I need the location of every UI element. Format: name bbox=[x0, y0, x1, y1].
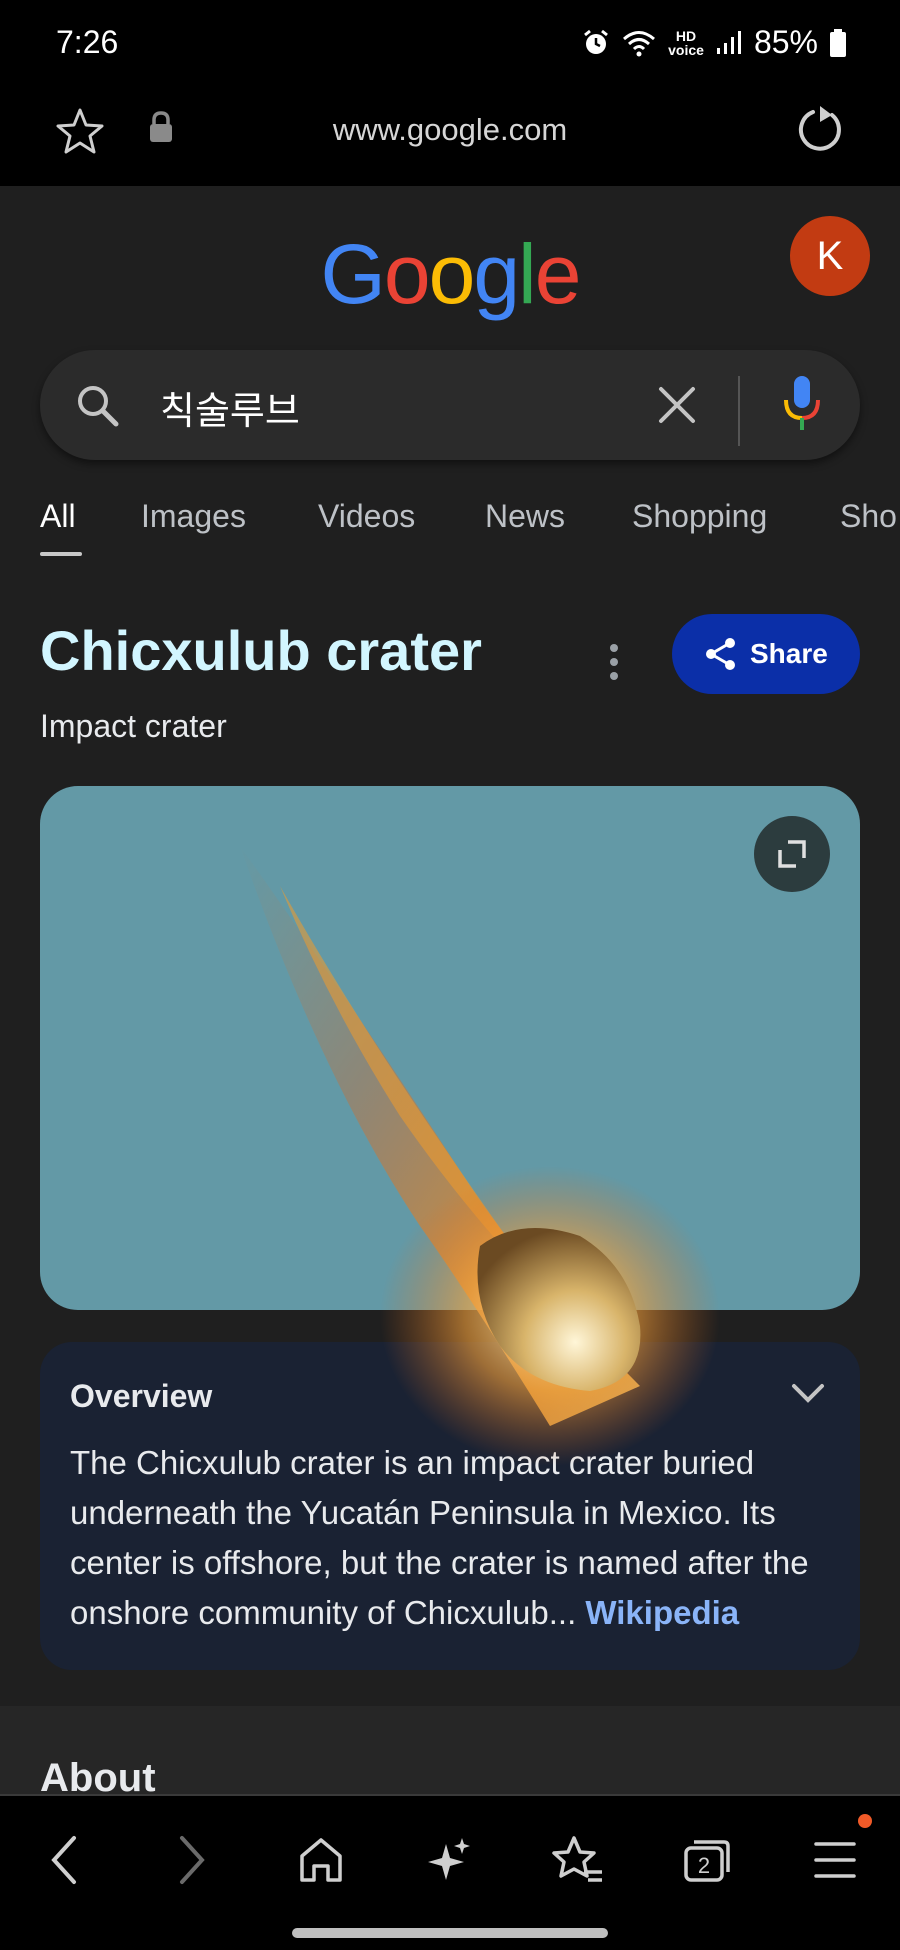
tab-shorts[interactable]: Sho bbox=[840, 498, 897, 535]
signal-icon bbox=[716, 30, 741, 54]
about-heading: About bbox=[40, 1756, 156, 1794]
tab-videos[interactable]: Videos bbox=[318, 498, 415, 535]
more-options-icon[interactable] bbox=[606, 642, 622, 682]
logo-letter: o bbox=[383, 227, 431, 321]
battery-percent: 85% bbox=[753, 24, 818, 60]
clear-icon[interactable] bbox=[656, 384, 698, 426]
share-label: Share bbox=[750, 638, 828, 669]
search-results-page: Google K 칙술루브 All Images Videos News Sho… bbox=[0, 186, 900, 1794]
menu-icon[interactable] bbox=[812, 1832, 858, 1888]
search-box[interactable]: 칙술루브 bbox=[40, 350, 860, 460]
reload-icon[interactable] bbox=[792, 102, 848, 158]
tab-news[interactable]: News bbox=[485, 498, 565, 535]
overview-heading: Overview bbox=[70, 1378, 213, 1414]
ai-sparkle-icon[interactable] bbox=[426, 1832, 472, 1888]
expand-icon bbox=[778, 840, 806, 868]
search-divider bbox=[738, 376, 740, 446]
forward-icon[interactable] bbox=[172, 1832, 212, 1888]
browser-bottom-nav: 2 bbox=[0, 1794, 900, 1950]
overview-card: Overview The Chicxulub crater is an impa… bbox=[40, 1342, 860, 1670]
hero-image[interactable] bbox=[40, 786, 860, 1310]
status-icons: HD voice 85% bbox=[582, 24, 846, 61]
knowledge-panel-title: Chicxulub crater bbox=[40, 619, 482, 682]
logo-letter: G bbox=[320, 227, 386, 321]
active-tab-indicator bbox=[40, 552, 82, 556]
url-text[interactable]: www.google.com bbox=[0, 112, 900, 148]
overview-text: The Chicxulub crater is an impact crater… bbox=[70, 1438, 850, 1638]
microphone-icon[interactable] bbox=[782, 374, 822, 434]
chevron-down-icon[interactable] bbox=[788, 1380, 828, 1408]
tab-shopping[interactable]: Shopping bbox=[632, 498, 767, 535]
account-avatar[interactable]: K bbox=[790, 216, 870, 296]
notification-badge bbox=[858, 1814, 872, 1828]
alarm-icon bbox=[584, 29, 609, 54]
back-icon[interactable] bbox=[44, 1832, 84, 1888]
status-time: 7:26 bbox=[56, 24, 119, 60]
search-input[interactable]: 칙술루브 bbox=[160, 380, 300, 435]
search-icon[interactable] bbox=[74, 382, 122, 430]
search-tabs: All Images Videos News Shopping Sho bbox=[0, 476, 900, 566]
expand-image-button[interactable] bbox=[754, 816, 830, 892]
tab-images[interactable]: Images bbox=[141, 498, 246, 535]
knowledge-panel-subtitle: Impact crater bbox=[40, 708, 227, 744]
wikipedia-link[interactable]: Wikipedia bbox=[585, 1594, 739, 1631]
logo-letter: l bbox=[518, 227, 537, 321]
logo-letter: e bbox=[534, 227, 582, 321]
tabs-icon[interactable]: 2 bbox=[680, 1832, 734, 1888]
logo-letter: o bbox=[428, 227, 476, 321]
browser-url-bar: www.google.com bbox=[0, 88, 900, 186]
hd-voice-icon: HD voice bbox=[668, 27, 704, 58]
share-icon bbox=[706, 638, 735, 670]
home-indicator[interactable] bbox=[292, 1928, 608, 1938]
status-bar: 7:26 HD voice 85% bbox=[0, 0, 900, 88]
wifi-icon bbox=[623, 30, 656, 56]
bookmarks-icon[interactable] bbox=[550, 1832, 606, 1888]
svg-text:2: 2 bbox=[698, 1853, 710, 1878]
home-icon[interactable] bbox=[296, 1832, 346, 1888]
battery-icon bbox=[830, 28, 846, 57]
tab-all[interactable]: All bbox=[40, 498, 76, 535]
google-logo[interactable]: Google bbox=[0, 226, 900, 323]
logo-letter: g bbox=[473, 227, 520, 321]
share-button[interactable]: Share bbox=[672, 614, 860, 694]
